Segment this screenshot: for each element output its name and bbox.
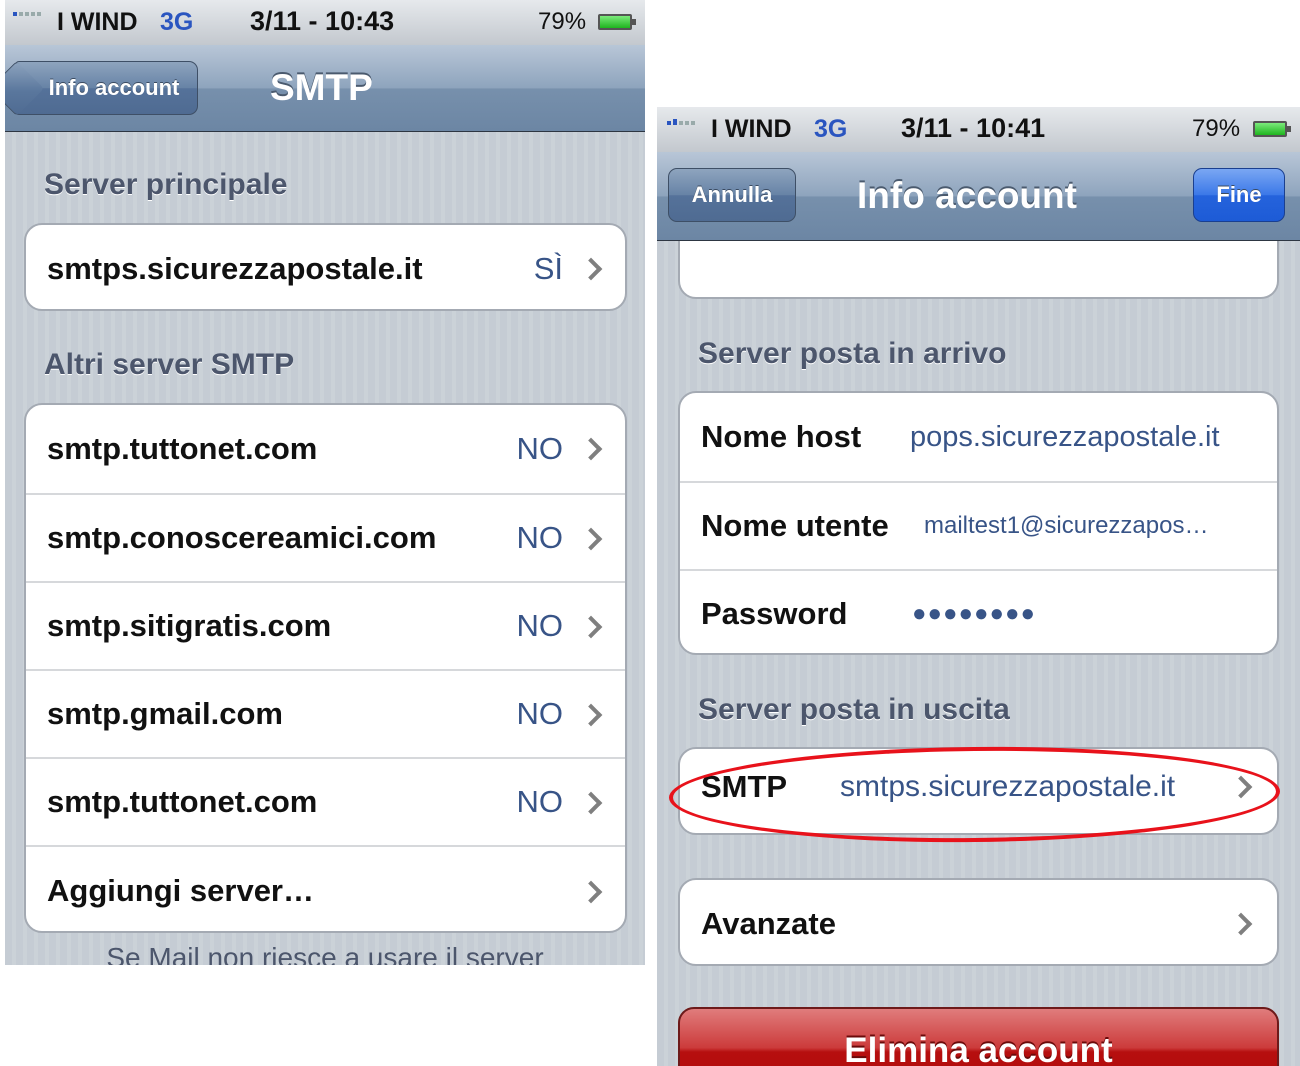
status-bar: I WIND 3G 3/11 - 10:43 79% bbox=[5, 0, 645, 46]
back-button[interactable]: Info account bbox=[15, 61, 198, 115]
chevron-right-icon bbox=[579, 615, 603, 639]
status-time: 3/11 - 10:41 bbox=[901, 113, 1046, 143]
add-server-label: Aggiungi server… bbox=[47, 873, 314, 908]
password-label: Password bbox=[701, 596, 848, 631]
server-host: smtp.gmail.com bbox=[47, 696, 283, 731]
done-button[interactable]: Fine bbox=[1193, 168, 1285, 222]
navigation-bar: Info account SMTP bbox=[5, 45, 645, 132]
advanced-group: Avanzate bbox=[678, 878, 1279, 966]
server-row[interactable]: smtp.conoscereamici.com NO bbox=[26, 493, 625, 581]
server-status: NO bbox=[516, 696, 564, 731]
section-header-outgoing: Server posta in uscita bbox=[698, 693, 1010, 726]
chevron-right-icon bbox=[579, 257, 603, 281]
other-servers-group: smtp.tuttonet.com NO smtp.conoscereamici… bbox=[24, 403, 627, 933]
server-status: NO bbox=[516, 784, 564, 819]
battery-icon bbox=[1253, 121, 1291, 137]
server-status: NO bbox=[516, 608, 564, 643]
account-info-screen: I WIND 3G 3/11 - 10:41 79% Descrizione S… bbox=[657, 107, 1300, 1066]
server-host: smtp.tuttonet.com bbox=[47, 431, 318, 466]
battery-icon bbox=[598, 14, 636, 30]
server-row[interactable]: smtp.gmail.com NO bbox=[26, 669, 625, 757]
server-row[interactable]: smtp.tuttonet.com NO bbox=[26, 405, 625, 493]
incoming-server-group: Nome host pops.sicurezzapostale.it Nome … bbox=[678, 391, 1279, 655]
server-host: smtp.conoscereamici.com bbox=[47, 520, 437, 555]
server-row[interactable]: smtp.sitigratis.com NO bbox=[26, 581, 625, 669]
username-row[interactable]: Nome utente mailtest1@sicurezzapos… bbox=[680, 481, 1277, 569]
server-host: smtps.sicurezzapostale.it bbox=[47, 251, 423, 286]
server-status: SÌ bbox=[533, 251, 563, 286]
status-time: 3/11 - 10:43 bbox=[250, 6, 395, 36]
signal-icon bbox=[13, 12, 41, 16]
chevron-right-icon bbox=[579, 880, 603, 904]
server-host: smtp.sitigratis.com bbox=[47, 608, 332, 643]
password-value[interactable]: ●●●●●●●● bbox=[912, 571, 1036, 653]
delete-account-button[interactable]: Elimina account bbox=[678, 1007, 1279, 1066]
chevron-right-icon bbox=[579, 527, 603, 551]
section-header-primary: Server principale bbox=[44, 168, 288, 201]
status-bar: I WIND 3G 3/11 - 10:41 79% bbox=[657, 107, 1300, 153]
section-header-others: Altri server SMTP bbox=[44, 348, 295, 381]
battery-percent: 79% bbox=[538, 8, 587, 35]
smtp-screen: I WIND 3G 3/11 - 10:43 79% Info account … bbox=[5, 0, 645, 965]
username-label: Nome utente bbox=[701, 508, 889, 543]
server-host: smtp.tuttonet.com bbox=[47, 784, 318, 819]
footer-note: Se Mail non riesce a usare il server bbox=[106, 942, 544, 965]
section-header-incoming: Server posta in arrivo bbox=[698, 337, 1007, 370]
server-row[interactable]: smtp.tuttonet.com NO bbox=[26, 757, 625, 845]
primary-server-group: smtps.sicurezzapostale.it SÌ bbox=[24, 223, 627, 311]
signal-icon bbox=[667, 119, 695, 125]
host-value[interactable]: pops.sicurezzapostale.it bbox=[910, 393, 1220, 481]
navigation-bar-overlay: Annulla Info account Fine bbox=[657, 152, 1300, 241]
network-type: 3G bbox=[814, 115, 848, 143]
chevron-right-icon bbox=[579, 437, 603, 461]
network-type: 3G bbox=[160, 8, 194, 36]
chevron-right-icon bbox=[579, 703, 603, 727]
chevron-right-icon bbox=[1229, 912, 1253, 936]
primary-server-row[interactable]: smtps.sicurezzapostale.it SÌ bbox=[26, 225, 625, 309]
server-status: NO bbox=[516, 520, 564, 555]
host-row[interactable]: Nome host pops.sicurezzapostale.it bbox=[680, 393, 1277, 481]
cancel-button[interactable]: Annulla bbox=[668, 168, 796, 222]
page-title: SMTP bbox=[270, 67, 373, 108]
password-row[interactable]: Password ●●●●●●●● bbox=[680, 569, 1277, 653]
chevron-right-icon bbox=[579, 791, 603, 815]
carrier-name: I WIND bbox=[711, 115, 792, 143]
server-status: NO bbox=[516, 431, 564, 466]
host-label: Nome host bbox=[701, 419, 862, 454]
advanced-label: Avanzate bbox=[701, 906, 836, 941]
add-server-row[interactable]: Aggiungi server… bbox=[26, 845, 625, 931]
advanced-row[interactable]: Avanzate bbox=[680, 880, 1277, 964]
battery-percent: 79% bbox=[1192, 115, 1241, 142]
username-value[interactable]: mailtest1@sicurezzapos… bbox=[924, 483, 1208, 569]
page-title: Info account bbox=[857, 175, 1077, 216]
carrier-name: I WIND bbox=[57, 8, 138, 36]
